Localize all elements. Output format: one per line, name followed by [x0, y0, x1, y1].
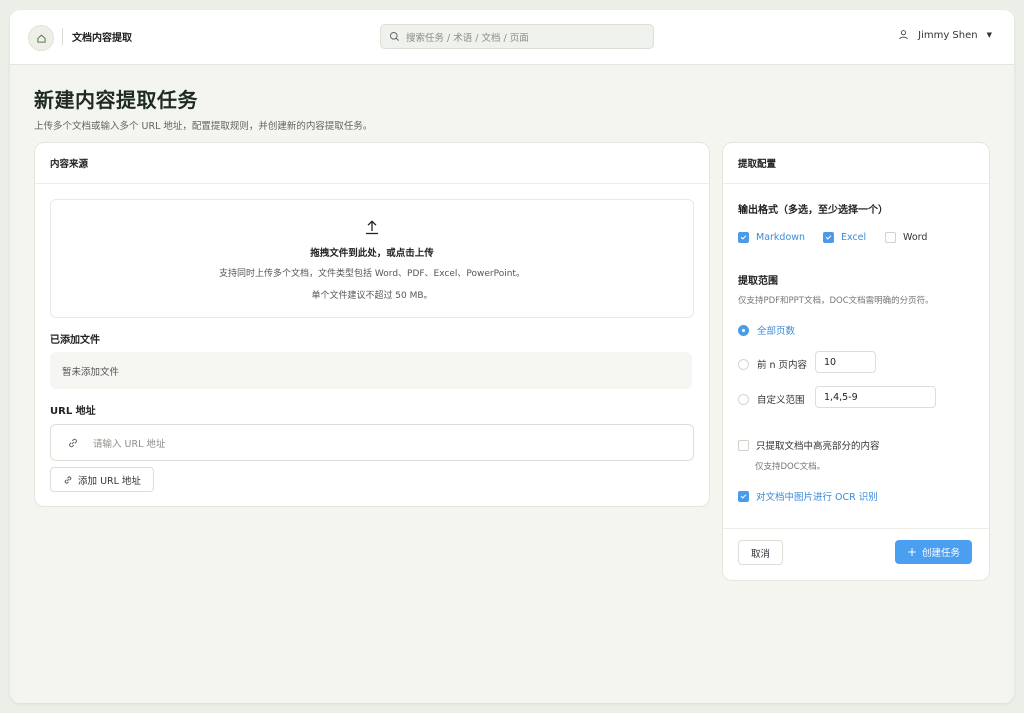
highlight-only-label: 只提取文档中高亮部分的内容: [756, 441, 880, 452]
url-label: URL 地址: [50, 406, 96, 417]
home-icon: [36, 33, 47, 44]
added-files-list: 暂未添加文件: [50, 352, 692, 389]
first-n-pages-input[interactable]: 10: [815, 351, 876, 373]
checkbox-unchecked-icon: [885, 232, 896, 243]
user-menu[interactable]: Jimmy Shen ▼: [898, 29, 992, 41]
output-format-heading: 输出格式（多选，至少选择一个）: [738, 205, 888, 216]
added-files-label: 已添加文件: [50, 335, 100, 346]
cancel-button[interactable]: 取消: [738, 540, 783, 565]
extraction-config-card: 提取配置 输出格式（多选，至少选择一个） Markdown Excel Word…: [722, 142, 990, 581]
app-title: 文档内容提取: [72, 33, 132, 44]
files-empty-text: 暂未添加文件: [62, 366, 120, 378]
user-name: Jimmy Shen: [918, 29, 978, 41]
ocr-checkbox[interactable]: 对文档中图片进行 OCR 识别: [738, 489, 878, 503]
range-heading: 提取范围: [738, 276, 778, 287]
range-all-label: 全部页数: [757, 326, 796, 337]
link-icon: [67, 437, 79, 449]
checkbox-checked-icon: [823, 232, 834, 243]
home-button[interactable]: [28, 25, 54, 51]
link-icon: [63, 475, 73, 485]
url-placeholder: 请输入 URL 地址: [93, 438, 166, 450]
format-markdown-checkbox[interactable]: Markdown: [738, 232, 805, 243]
format-excel-label: Excel: [841, 232, 867, 243]
checkbox-checked-icon: [738, 490, 749, 502]
dropzone-size-note: 单个文件建议不超过 50 MB。: [311, 291, 433, 301]
format-word-label: Word: [903, 232, 928, 243]
create-task-button[interactable]: + 创建任务: [895, 540, 972, 564]
url-input[interactable]: 请输入 URL 地址: [50, 424, 694, 461]
range-first-n-label: 前 n 页内容: [757, 360, 808, 371]
chevron-down-icon: ▼: [986, 31, 992, 39]
dropzone-description: 支持同时上传多个文档，文件类型包括 Word、PDF、Excel、PowerPo…: [219, 269, 525, 279]
dropzone-title: 拖拽文件到此处，或点击上传: [310, 248, 434, 259]
radio-selected-icon: [738, 324, 749, 336]
search-input[interactable]: 搜索任务 / 术语 / 文档 / 页面: [380, 24, 654, 49]
checkbox-checked-icon: [738, 232, 749, 243]
ocr-label: 对文档中图片进行 OCR 识别: [756, 492, 878, 503]
upload-icon: [364, 219, 380, 235]
format-markdown-label: Markdown: [756, 232, 806, 243]
page-subtitle: 上传多个文档或输入多个 URL 地址，配置提取规则，并创建新的内容提取任务。: [34, 121, 373, 132]
range-all-radio[interactable]: 全部页数: [738, 323, 795, 337]
add-url-button[interactable]: 添加 URL 地址: [50, 467, 154, 492]
search-icon: [389, 31, 401, 43]
plus-icon: +: [906, 545, 918, 559]
range-custom-radio[interactable]: 自定义范围: [738, 392, 805, 406]
range-first-n-radio[interactable]: 前 n 页内容: [738, 357, 807, 371]
user-icon: [898, 29, 910, 41]
highlight-only-note: 仅支持DOC文档。: [755, 462, 826, 472]
content-source-card: 内容来源 拖拽文件到此处，或点击上传 支持同时上传多个文档，文件类型包括 Wor…: [34, 142, 710, 507]
footer-divider: [723, 528, 989, 529]
format-word-checkbox[interactable]: Word: [885, 232, 927, 243]
radio-unselected-icon: [738, 358, 749, 370]
highlight-only-checkbox[interactable]: 只提取文档中高亮部分的内容: [738, 438, 880, 452]
create-task-label: 创建任务: [922, 548, 961, 559]
top-bar: 文档内容提取 搜索任务 / 术语 / 文档 / 页面 Jimmy Shen ▼: [10, 10, 1014, 65]
checkbox-unchecked-icon: [738, 439, 749, 451]
format-excel-checkbox[interactable]: Excel: [823, 232, 866, 243]
radio-unselected-icon: [738, 393, 749, 405]
upload-dropzone[interactable]: 拖拽文件到此处，或点击上传 支持同时上传多个文档，文件类型包括 Word、PDF…: [50, 199, 694, 318]
add-url-label: 添加 URL 地址: [78, 475, 141, 487]
page-title: 新建内容提取任务: [34, 88, 198, 112]
custom-range-input[interactable]: 1,4,5-9: [815, 386, 936, 408]
config-title: 提取配置: [723, 143, 989, 184]
range-note: 仅支持PDF和PPT文档，DOC文档需明确的分页符。: [738, 296, 934, 306]
app-window: 文档内容提取 搜索任务 / 术语 / 文档 / 页面 Jimmy Shen ▼ …: [10, 10, 1014, 703]
range-custom-label: 自定义范围: [757, 395, 805, 406]
content-source-title: 内容来源: [35, 143, 709, 184]
header-divider: [62, 28, 63, 45]
search-placeholder: 搜索任务 / 术语 / 文档 / 页面: [406, 32, 529, 44]
